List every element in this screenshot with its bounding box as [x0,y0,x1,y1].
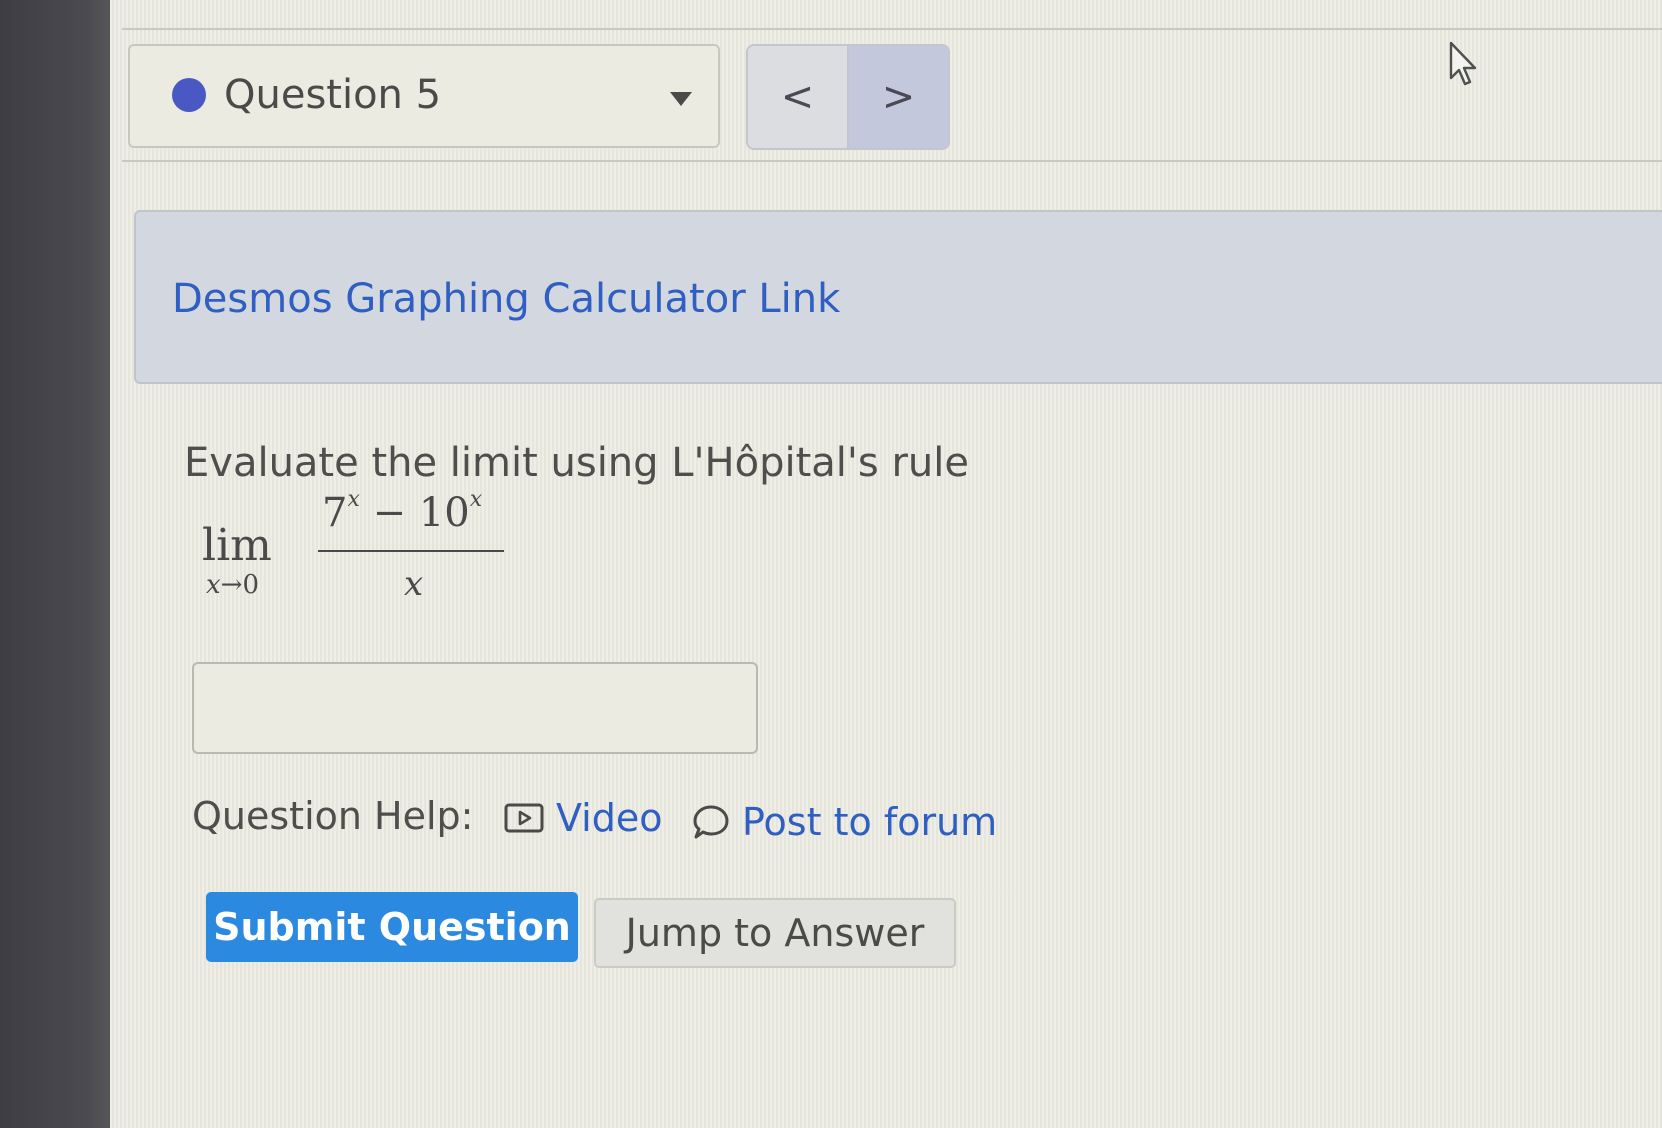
previous-question-button[interactable]: < [748,46,849,148]
fraction-numerator: 7x − 10x [322,486,483,536]
desmos-calculator-link[interactable]: Desmos Graphing Calculator Link [172,276,840,322]
lim-arrow: → [220,570,243,600]
question-status-dot-icon [172,78,206,112]
jump-to-answer-button[interactable]: Jump to Answer [594,898,956,968]
mouse-cursor-icon [1449,41,1477,86]
info-banner: Desmos Graphing Calculator Link [134,210,1662,384]
submit-question-button[interactable]: Submit Question [206,892,578,962]
chevron-left-icon: < [780,74,815,120]
next-question-button[interactable]: > [849,46,948,148]
numerator-exponent-1: x [347,486,360,512]
forum-link-label: Post to forum [742,800,998,844]
post-to-forum-link[interactable]: Post to forum [692,800,997,844]
question-help-label: Question Help: [192,794,474,838]
dropdown-caret-icon [670,92,692,106]
top-divider [122,28,1662,30]
numerator-base-2: 10 [418,490,470,536]
limit-expression: lim x→0 7x − 10x x [196,486,536,610]
lim-operator: lim [202,520,272,571]
fraction-denominator: x [404,564,424,604]
question-prompt: Evaluate the limit using L'Hôpital's rul… [184,440,969,486]
speech-bubble-icon [693,805,729,839]
fraction-bar [318,550,504,552]
answer-input[interactable] [192,662,758,754]
chevron-right-icon: > [881,74,916,120]
question-select-dropdown[interactable]: Question 5 [128,44,720,148]
numerator-exponent-2: x [469,486,483,512]
lim-variable: x [206,570,221,600]
numerator-base-1: 7 [322,490,348,536]
question-select-label: Question 5 [224,72,442,118]
monitor-bezel [0,0,122,1128]
lim-subscript: x→0 [206,570,259,600]
numerator-minus: − [372,490,407,536]
video-play-icon [504,803,544,833]
question-nav-group: < > [746,44,950,150]
header-divider [122,160,1662,162]
lim-target: 0 [242,570,260,600]
video-help-link[interactable]: Video [504,796,662,840]
video-link-label: Video [556,796,663,840]
